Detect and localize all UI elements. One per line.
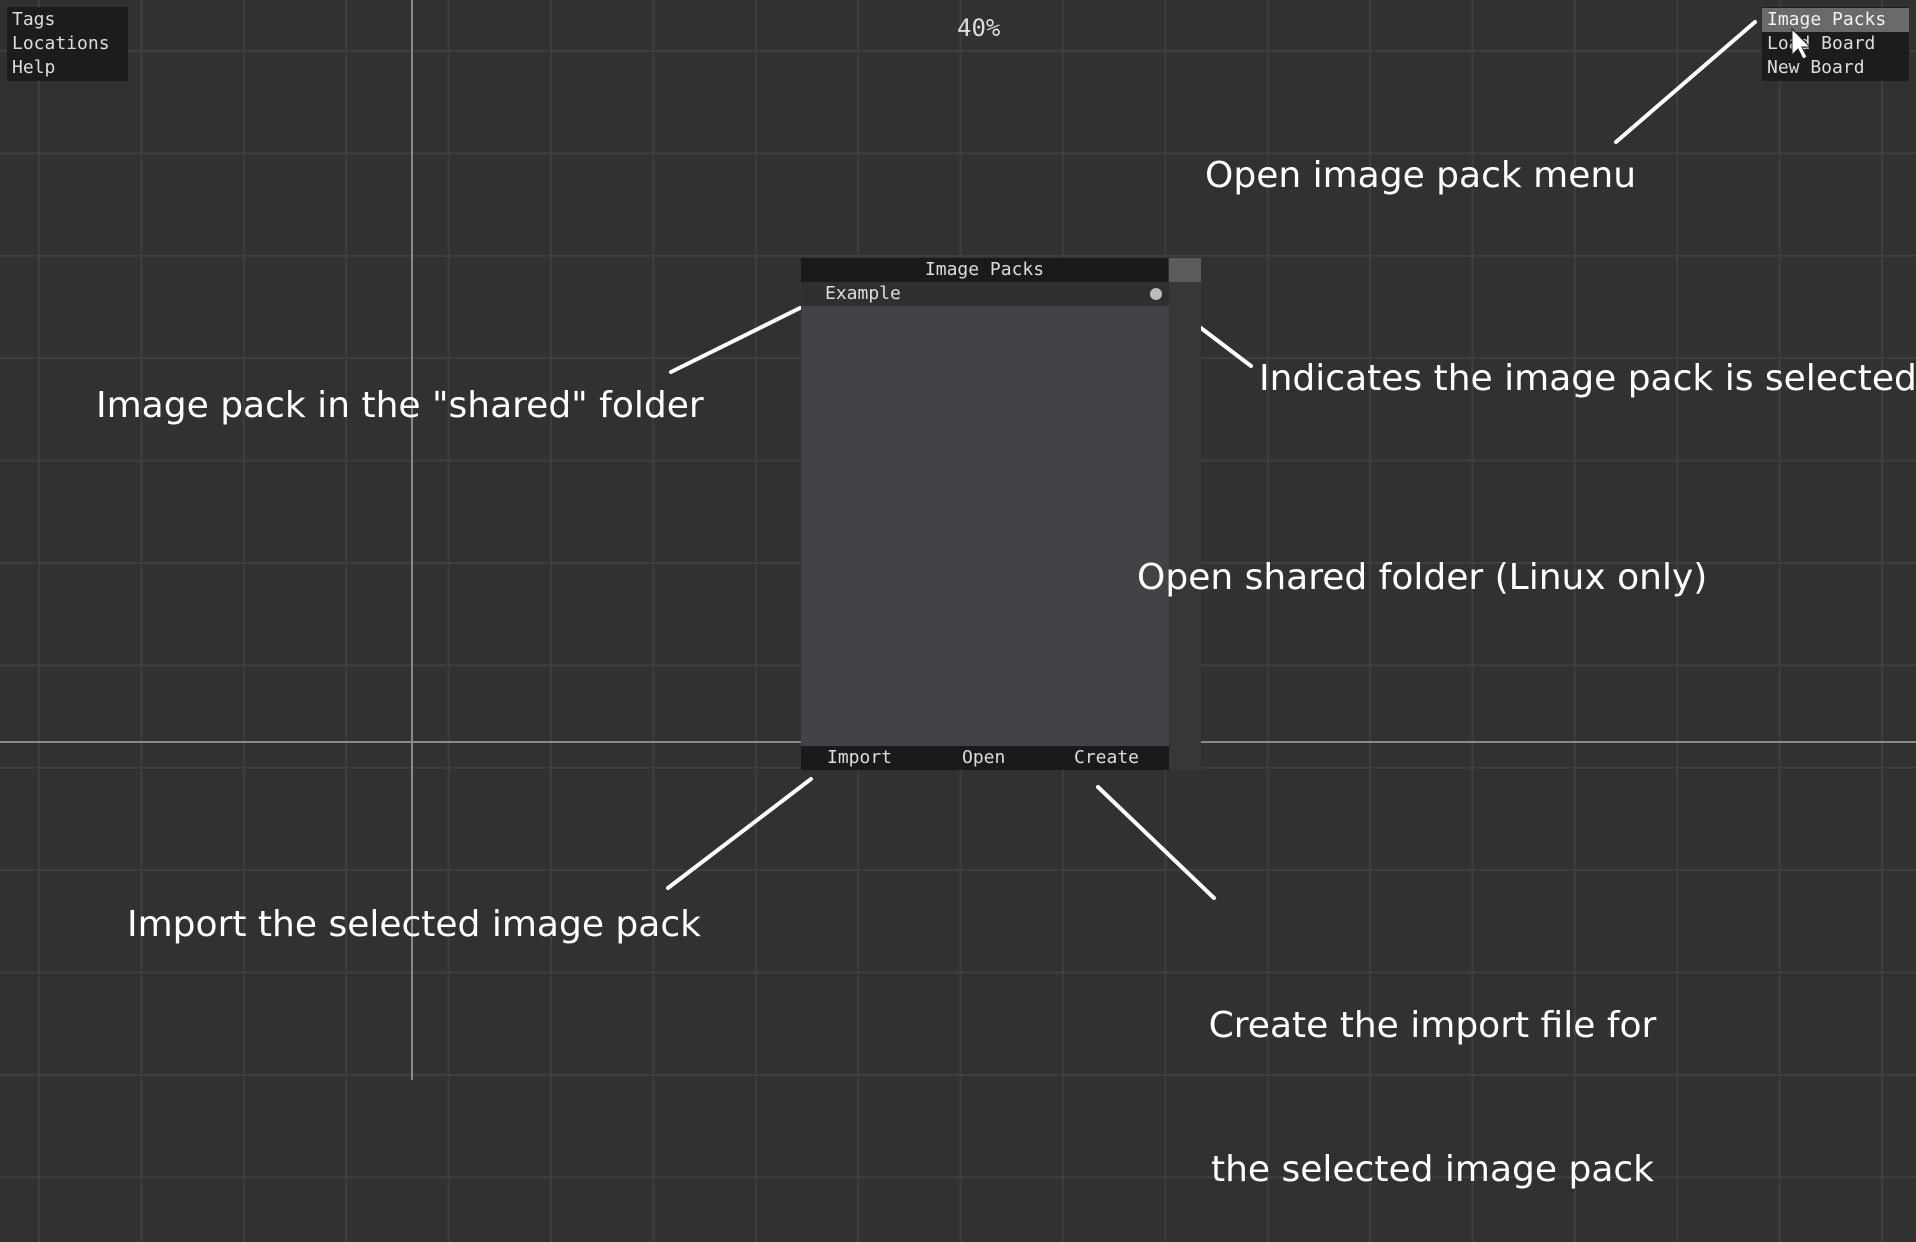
image-pack-name: Example bbox=[825, 283, 901, 304]
annotation-open-shared-folder: Open shared folder (Linux only) bbox=[1137, 557, 1708, 598]
import-button[interactable]: Import bbox=[827, 746, 892, 770]
pointer-line-import bbox=[666, 777, 813, 890]
create-button[interactable]: Create bbox=[1074, 746, 1139, 770]
pointer-line-create bbox=[1096, 785, 1216, 900]
open-button[interactable]: Open bbox=[962, 746, 1005, 770]
annotation-create-import: Create the import file for the selected … bbox=[1200, 906, 1665, 1242]
window-close-button[interactable] bbox=[1169, 258, 1201, 282]
window-scrollbar[interactable] bbox=[1169, 282, 1201, 770]
annotation-shared-folder-pack: Image pack in the "shared" folder bbox=[96, 385, 704, 426]
annotation-import-pack: Import the selected image pack bbox=[127, 904, 701, 945]
image-packs-list[interactable] bbox=[801, 282, 1169, 746]
annotation-selected-indicator: Indicates the image pack is selected bbox=[1259, 358, 1916, 399]
annotation-create-import-line1: Create the import file for bbox=[1208, 1005, 1657, 1046]
selected-indicator-icon bbox=[1150, 288, 1162, 300]
image-packs-toolbar: Import Open Create bbox=[801, 746, 1169, 770]
annotation-create-import-line2: the selected image pack bbox=[1210, 1149, 1655, 1190]
pointer-line-pack bbox=[669, 306, 802, 374]
mouse-cursor-icon bbox=[1791, 27, 1812, 60]
pointer-line-menu bbox=[1614, 20, 1757, 144]
annotation-open-menu: Open image pack menu bbox=[1205, 155, 1637, 196]
list-item-image-pack[interactable]: Example bbox=[801, 282, 1169, 306]
image-packs-window-title[interactable]: Image Packs bbox=[801, 258, 1168, 282]
